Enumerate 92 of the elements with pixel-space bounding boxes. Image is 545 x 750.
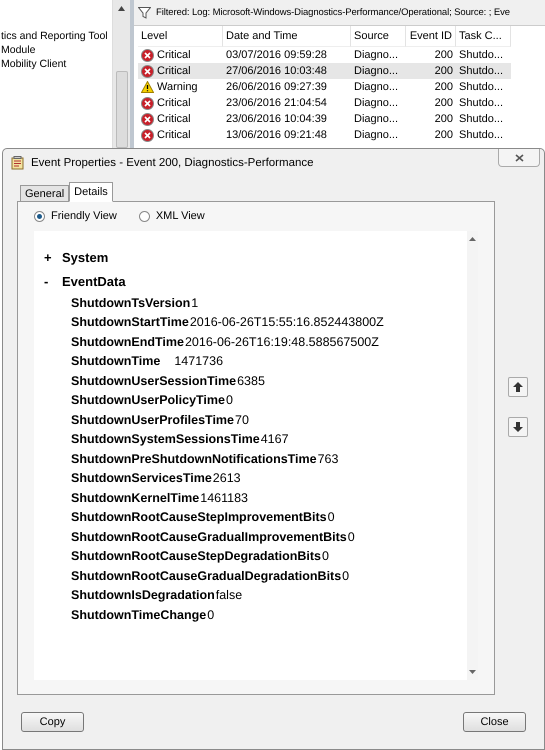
table-cell-text: 200 [434,64,454,79]
table-row[interactable]: Critical 13/06/2016 09:21:48 Diagno... 200 Shutdo... [138,127,511,143]
scroll-up-icon[interactable] [469,237,476,241]
table-row[interactable]: Warning 26/06/2016 09:27:39 Diagno... 200 Shutdo... [138,79,511,95]
table-cell-text: 27/06/2016 10:03:48 [225,64,328,79]
table-cell-text: 200 [434,80,454,95]
event-data-row-text: ShutdownKernelTime1461183 [70,490,250,507]
table-row[interactable]: Critical 23/06/2016 10:04:39 Diagno... 200 Shutdo... [138,111,511,127]
table-cell-text: Diagno... [353,96,400,111]
tree-node[interactable]: + System [44,245,467,269]
error-icon [141,112,154,126]
event-data-row-text: ShutdownRootCauseGradualDegradationBits0 [70,568,350,585]
tree-node[interactable]: - EventData [44,269,467,293]
event-data-row-text: ShutdownRootCauseGradualImprovementBits0 [70,528,356,546]
close-icon [514,154,524,162]
scroll-thumb[interactable] [116,70,128,148]
scroll-down-icon[interactable] [469,670,476,674]
window-title: Event Properties - Event 200, Diagnostics-Performance [31,157,315,169]
table-cell: Critical [138,127,223,143]
table-row[interactable]: Critical 23/06/2016 21:04:54 Diagno... 200 Shutdo... [138,95,511,111]
error-icon [141,96,154,110]
table-cell-text: Shutdo... [458,48,504,63]
table-cell-text: Diagno... [353,128,400,143]
radio-option[interactable]: Friendly View [34,210,117,222]
table-cell-text: Shutdo... [458,80,504,95]
event-data-row-text: ShutdownServicesTime2613 [70,470,242,488]
event-data-row-text: ShutdownSystemSessionsTime4167 [70,431,290,448]
table-row[interactable]: Critical 27/06/2016 10:03:48 Diagno... 200 Shutdo... [138,63,511,79]
filter-icon [138,6,151,18]
table-cell-text: Diagno... [353,80,400,95]
column-header[interactable]: Level [138,26,223,47]
previous-event-button[interactable] [508,377,528,397]
event-data-row-text: ShutdownUserSessionTime6385 [70,372,266,390]
dialog-button[interactable]: Close [463,712,526,732]
table-cell: Critical [138,95,223,111]
down-arrow-icon [513,422,523,432]
event-data-row-text: ShutdownUserProfilesTime70 [70,412,250,429]
table-cell-text: Diagno... [353,64,400,79]
table-cell-text: Diagno... [353,48,400,63]
radio-option[interactable]: XML View [138,210,205,222]
event-data-row-text: ShutdownEndTime2016-06-26T16:19:48.588567500Z [70,334,380,351]
event-data-row-text: ShutdownIsDegradationfalse [70,587,244,604]
warning-icon [141,81,154,93]
table-cell-text: 23/06/2016 21:04:54 [225,96,328,111]
table-cell-text: 200 [434,128,454,143]
tree-item[interactable]: Module [0,44,112,56]
event-data-row-text: ShutdownTsVersion1 [70,294,200,312]
table-cell-text: Shutdo... [458,128,504,143]
event-data-row-text: ShutdownUserPolicyTime0 [70,392,234,410]
radio-icon[interactable] [138,210,150,222]
filter-text: Filtered: Log: Microsoft-Windows-Diagnostics-Performance/Operational; Source: ; Eve [156,7,510,18]
column-header[interactable]: Source [351,26,406,47]
error-icon [141,64,154,78]
table-cell-text: Diagno... [353,112,400,127]
event-data-row-text: ShutdownTimeChange0 [70,606,216,624]
table-cell: Warning [138,79,223,95]
table-cell-text: 200 [434,48,454,63]
table-cell: Critical [138,63,223,79]
table-cell-text: Shutdo... [458,112,504,127]
table-cell-text: 200 [434,112,454,127]
column-header[interactable]: Event ID [406,26,456,47]
table-cell-text: 13/06/2016 09:21:48 [225,128,328,143]
close-button[interactable] [498,149,540,167]
next-event-button[interactable] [508,417,528,437]
tree-item[interactable]: Mobility Client [0,58,112,70]
error-icon [141,48,154,62]
tab[interactable]: General [20,185,70,202]
table-cell: Critical [138,47,223,63]
scroll-up-icon[interactable] [118,6,125,11]
table-row[interactable]: Critical 03/07/2016 09:59:28 Diagno... 200 Shutdo... [138,47,511,63]
radio-icon[interactable] [34,210,45,222]
table-cell-text: Shutdo... [458,96,504,111]
event-data-row-text: ShutdownPreShutdownNotificationsTime763 [70,450,340,468]
dialog-button[interactable]: Copy [21,712,84,732]
scrollbar[interactable] [112,0,130,148]
table-cell-text: 200 [434,96,454,111]
table-cell-text: 23/06/2016 10:04:39 [225,112,328,127]
table-cell-text: Shutdo... [458,64,504,79]
event-data-row-text: ShutdownRootCauseStepDegradationBits0 [70,548,330,566]
event-data-row-text: ShutdownStartTime2016-06-26T15:55:16.852443800Z [70,314,385,332]
column-header[interactable]: Task C... [456,26,511,47]
tree-item[interactable]: tics and Reporting Tool [0,30,112,42]
event-log-icon [11,156,25,170]
tab[interactable]: Details [69,182,113,202]
event-data-row-text: ShutdownRootCauseStepImprovementBits0 [70,509,336,526]
event-data-row-text: ShutdownTime 1471736 [70,353,224,370]
table-cell: Critical [138,111,223,127]
table-cell-text: 26/06/2016 09:27:39 [225,80,328,95]
up-arrow-icon [513,382,523,392]
column-header[interactable]: Date and Time [223,26,351,47]
error-icon [141,128,154,142]
table-cell-text: 03/07/2016 09:59:28 [225,48,328,63]
